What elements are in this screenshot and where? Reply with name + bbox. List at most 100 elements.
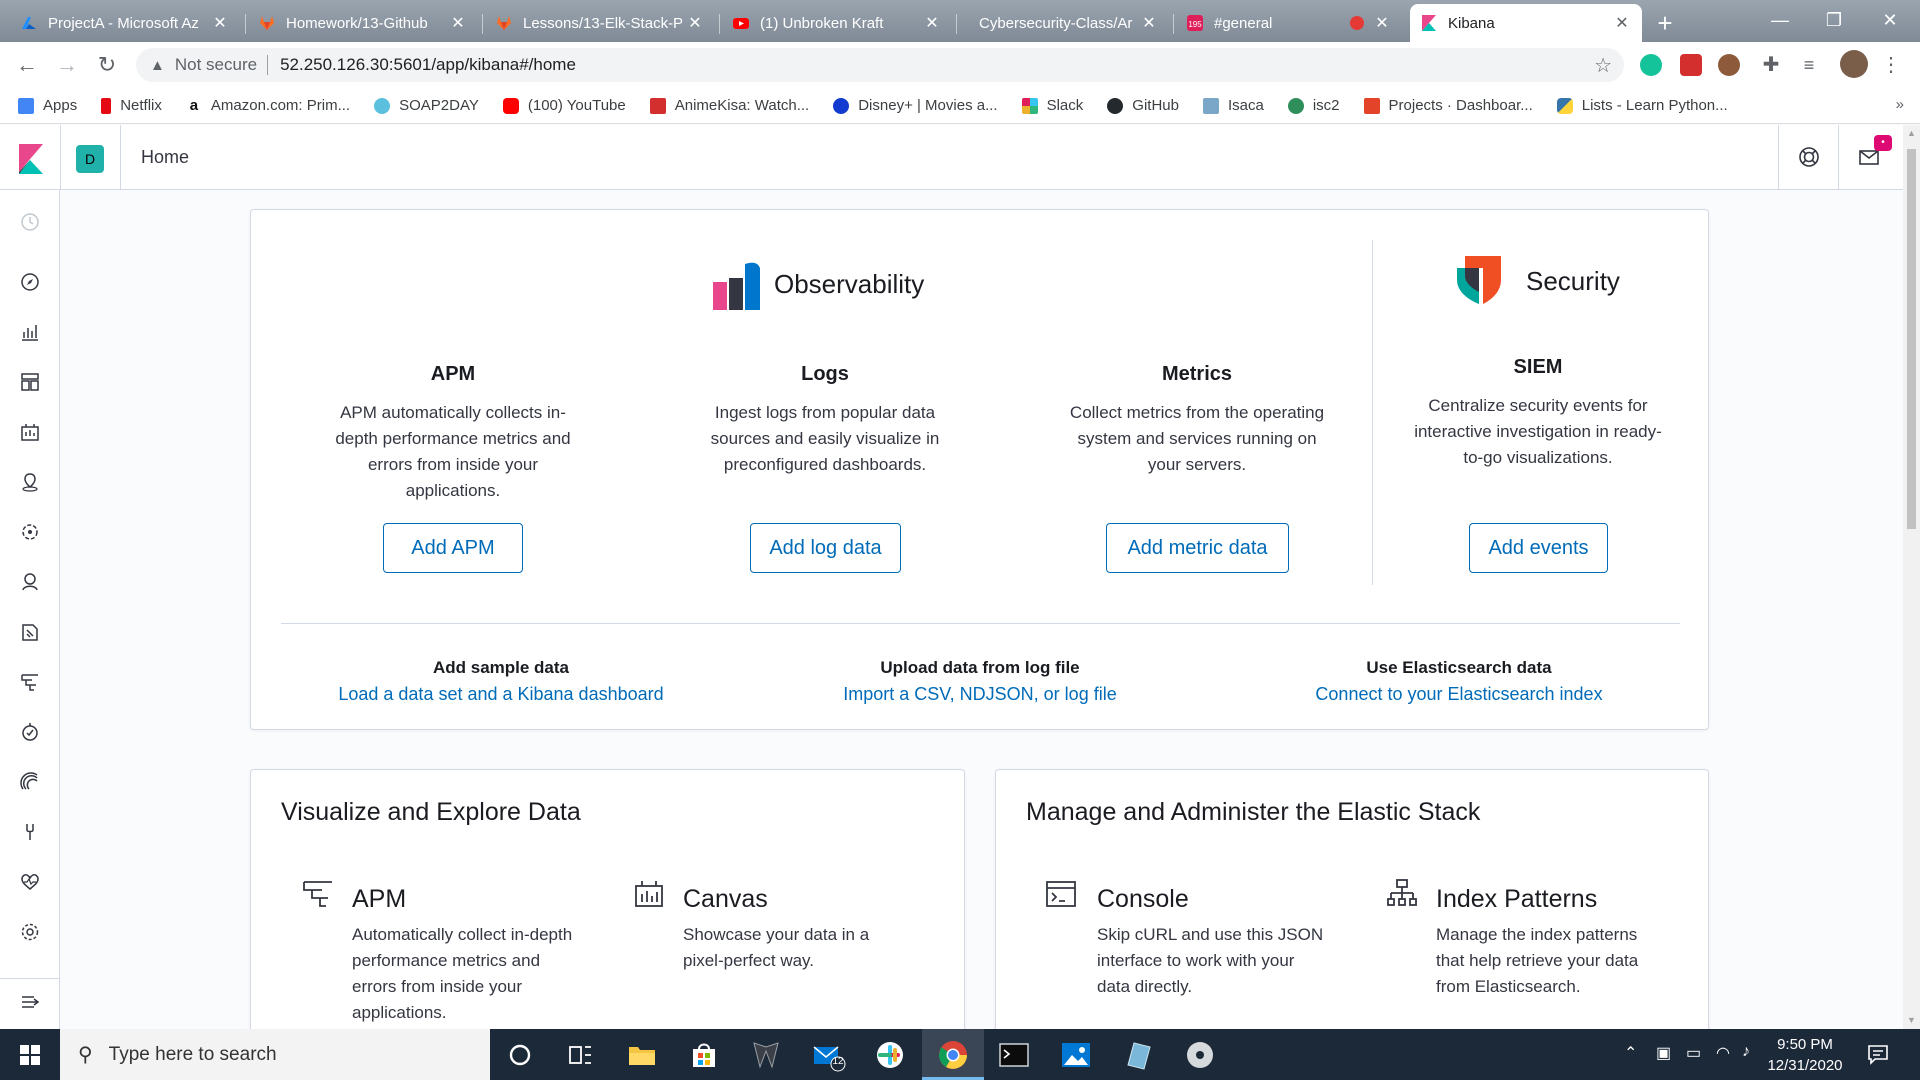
tab-projecta[interactable]: ProjectA - Microsoft Az ✕ (10, 4, 240, 42)
restore-button[interactable]: ❐ (1806, 0, 1862, 42)
bookmark-animekisa[interactable]: AnimeKisa: Watch... (649, 97, 809, 114)
tab-homework-github[interactable]: Homework/13-Github ✕ (248, 4, 478, 42)
add-apm-button[interactable]: Add APM (383, 523, 523, 573)
volume-icon[interactable]: ♪ (1742, 1043, 1750, 1061)
logs-icon[interactable] (18, 620, 42, 644)
microsoft-store-icon[interactable] (686, 1037, 722, 1073)
siem-icon[interactable] (18, 770, 42, 794)
add-metric-data-button[interactable]: Add metric data (1106, 523, 1289, 573)
tab-slack-general[interactable]: 195 #general ✕ (1176, 4, 1402, 42)
import-csv-link[interactable]: Import a CSV, NDJSON, or log file (750, 684, 1210, 705)
uptime-icon[interactable] (18, 720, 42, 744)
tab-close-icon[interactable]: ✕ (448, 13, 468, 33)
browser-menu-icon[interactable]: ⋮ (1880, 54, 1902, 76)
bookmark-apps[interactable]: Apps (18, 97, 77, 114)
kibana-header: D Home • (0, 125, 1903, 190)
tab-close-icon[interactable]: ✕ (210, 13, 230, 33)
taskbar-search-box[interactable]: ⚲ Type here to search (60, 1029, 490, 1080)
bookmark-learn-python[interactable]: Lists - Learn Python... (1556, 97, 1728, 114)
snip-tool-icon[interactable] (1120, 1037, 1156, 1073)
bookmark-youtube[interactable]: (100) YouTube (502, 97, 626, 114)
scroll-thumb[interactable] (1907, 149, 1916, 529)
dev-tools-icon[interactable] (18, 820, 42, 844)
start-button[interactable] (0, 1029, 60, 1080)
apm-icon[interactable] (18, 670, 42, 694)
kibana-logo-icon[interactable] (18, 144, 44, 174)
bookmark-netflix[interactable]: Netflix (101, 97, 162, 114)
bookmark-github[interactable]: GitHub (1107, 97, 1179, 114)
tab-cybersecurity-class[interactable]: Cybersecurity-Class/Ar ✕ (959, 4, 1169, 42)
action-center-icon[interactable] (1866, 1042, 1890, 1066)
load-sample-data-link[interactable]: Load a data set and a Kibana dashboard (271, 684, 731, 705)
cookie-extension-icon[interactable] (1718, 54, 1740, 76)
tab-kibana[interactable]: Kibana ✕ (1410, 4, 1642, 42)
extensions-puzzle-icon[interactable]: ✚ (1760, 54, 1782, 76)
terminal-icon[interactable] (996, 1037, 1032, 1073)
mail-icon[interactable]: 12 (810, 1037, 846, 1073)
connect-elasticsearch-link[interactable]: Connect to your Elasticsearch index (1229, 684, 1689, 705)
canvas-icon[interactable] (18, 420, 42, 444)
help-icon[interactable] (1797, 145, 1821, 169)
page-scrollbar[interactable]: ▲ ▼ (1903, 125, 1920, 1029)
chrome-taskbar-item[interactable] (922, 1029, 984, 1080)
extension-red-icon[interactable] (1680, 54, 1702, 76)
new-tab-button[interactable]: + (1650, 8, 1680, 38)
space-avatar[interactable]: D (76, 145, 104, 173)
tab-close-icon[interactable]: ✕ (1139, 13, 1159, 33)
bookmark-disney[interactable]: Disney+ | Movies a... (833, 97, 998, 114)
tab-close-icon[interactable]: ✕ (1612, 13, 1632, 33)
tab-lessons-elk[interactable]: Lessons/13-Elk-Stack-P ✕ (485, 4, 715, 42)
minimize-button[interactable]: — (1752, 0, 1808, 42)
reading-list-icon[interactable]: ≡ (1798, 54, 1820, 76)
predator-app-icon[interactable] (748, 1037, 784, 1073)
meet-now-icon[interactable]: ▣ (1656, 1043, 1671, 1063)
back-button[interactable]: ← (12, 50, 42, 80)
tray-chevron-icon[interactable]: ⌃ (1624, 1043, 1637, 1063)
profile-avatar[interactable] (1840, 50, 1868, 78)
stack-monitoring-icon[interactable] (18, 870, 42, 894)
bookmark-isc2[interactable]: isc2 (1287, 97, 1340, 114)
machine-learning-icon[interactable] (18, 520, 42, 544)
app-title-index-patterns[interactable]: Index Patterns (1436, 885, 1597, 914)
management-gear-icon[interactable] (18, 920, 42, 944)
bookmark-projects-dashboard[interactable]: Projects · Dashboar... (1363, 97, 1533, 114)
bookmark-star-icon[interactable]: ☆ (1594, 53, 1612, 78)
disc-app-icon[interactable] (1182, 1037, 1218, 1073)
photos-icon[interactable] (1058, 1037, 1094, 1073)
cortana-icon[interactable] (502, 1037, 538, 1073)
more-bookmarks-button[interactable]: » (1896, 96, 1904, 113)
scroll-down-arrow[interactable]: ▼ (1903, 1012, 1920, 1029)
battery-icon[interactable]: ▭ (1686, 1043, 1701, 1063)
maps-icon[interactable] (18, 470, 42, 494)
recently-viewed-clock-icon[interactable] (18, 210, 42, 234)
task-view-icon[interactable] (562, 1037, 598, 1073)
add-events-button[interactable]: Add events (1469, 523, 1608, 573)
grammarly-extension-icon[interactable] (1640, 54, 1662, 76)
reload-button[interactable]: ↻ (92, 50, 122, 80)
tab-close-icon[interactable]: ✕ (685, 13, 705, 33)
infrastructure-icon[interactable] (18, 570, 42, 594)
add-log-data-button[interactable]: Add log data (750, 523, 901, 573)
file-explorer-icon[interactable] (624, 1037, 660, 1073)
bookmark-amazon[interactable]: a Amazon.com: Prim... (185, 97, 350, 114)
tab-close-icon[interactable]: ✕ (1372, 13, 1392, 33)
forward-button[interactable]: → (52, 50, 82, 80)
scroll-up-arrow[interactable]: ▲ (1903, 125, 1920, 142)
collapse-nav-icon[interactable] (18, 990, 42, 1014)
dashboard-icon[interactable] (18, 370, 42, 394)
app-title-console[interactable]: Console (1097, 885, 1189, 914)
bookmark-soap2day[interactable]: SOAP2DAY (374, 97, 479, 114)
visualize-chart-icon[interactable] (18, 320, 42, 344)
bookmark-slack[interactable]: Slack (1021, 97, 1083, 114)
discover-compass-icon[interactable] (18, 270, 42, 294)
app-title-apm[interactable]: APM (352, 885, 406, 914)
close-window-button[interactable]: ✕ (1862, 0, 1918, 42)
tab-close-icon[interactable]: ✕ (922, 13, 942, 33)
address-bar[interactable]: ▲ Not secure 52.250.126.30:5601/app/kiba… (136, 48, 1624, 82)
wifi-icon[interactable]: ◠ (1716, 1043, 1730, 1063)
slack-taskbar-icon[interactable] (872, 1037, 908, 1073)
tab-youtube[interactable]: (1) Unbroken Kraft ✕ (722, 4, 952, 42)
app-title-canvas[interactable]: Canvas (683, 885, 768, 914)
taskbar-clock[interactable]: 9:50 PM 12/31/2020 (1760, 1034, 1850, 1076)
bookmark-isaca[interactable]: Isaca (1202, 97, 1264, 114)
